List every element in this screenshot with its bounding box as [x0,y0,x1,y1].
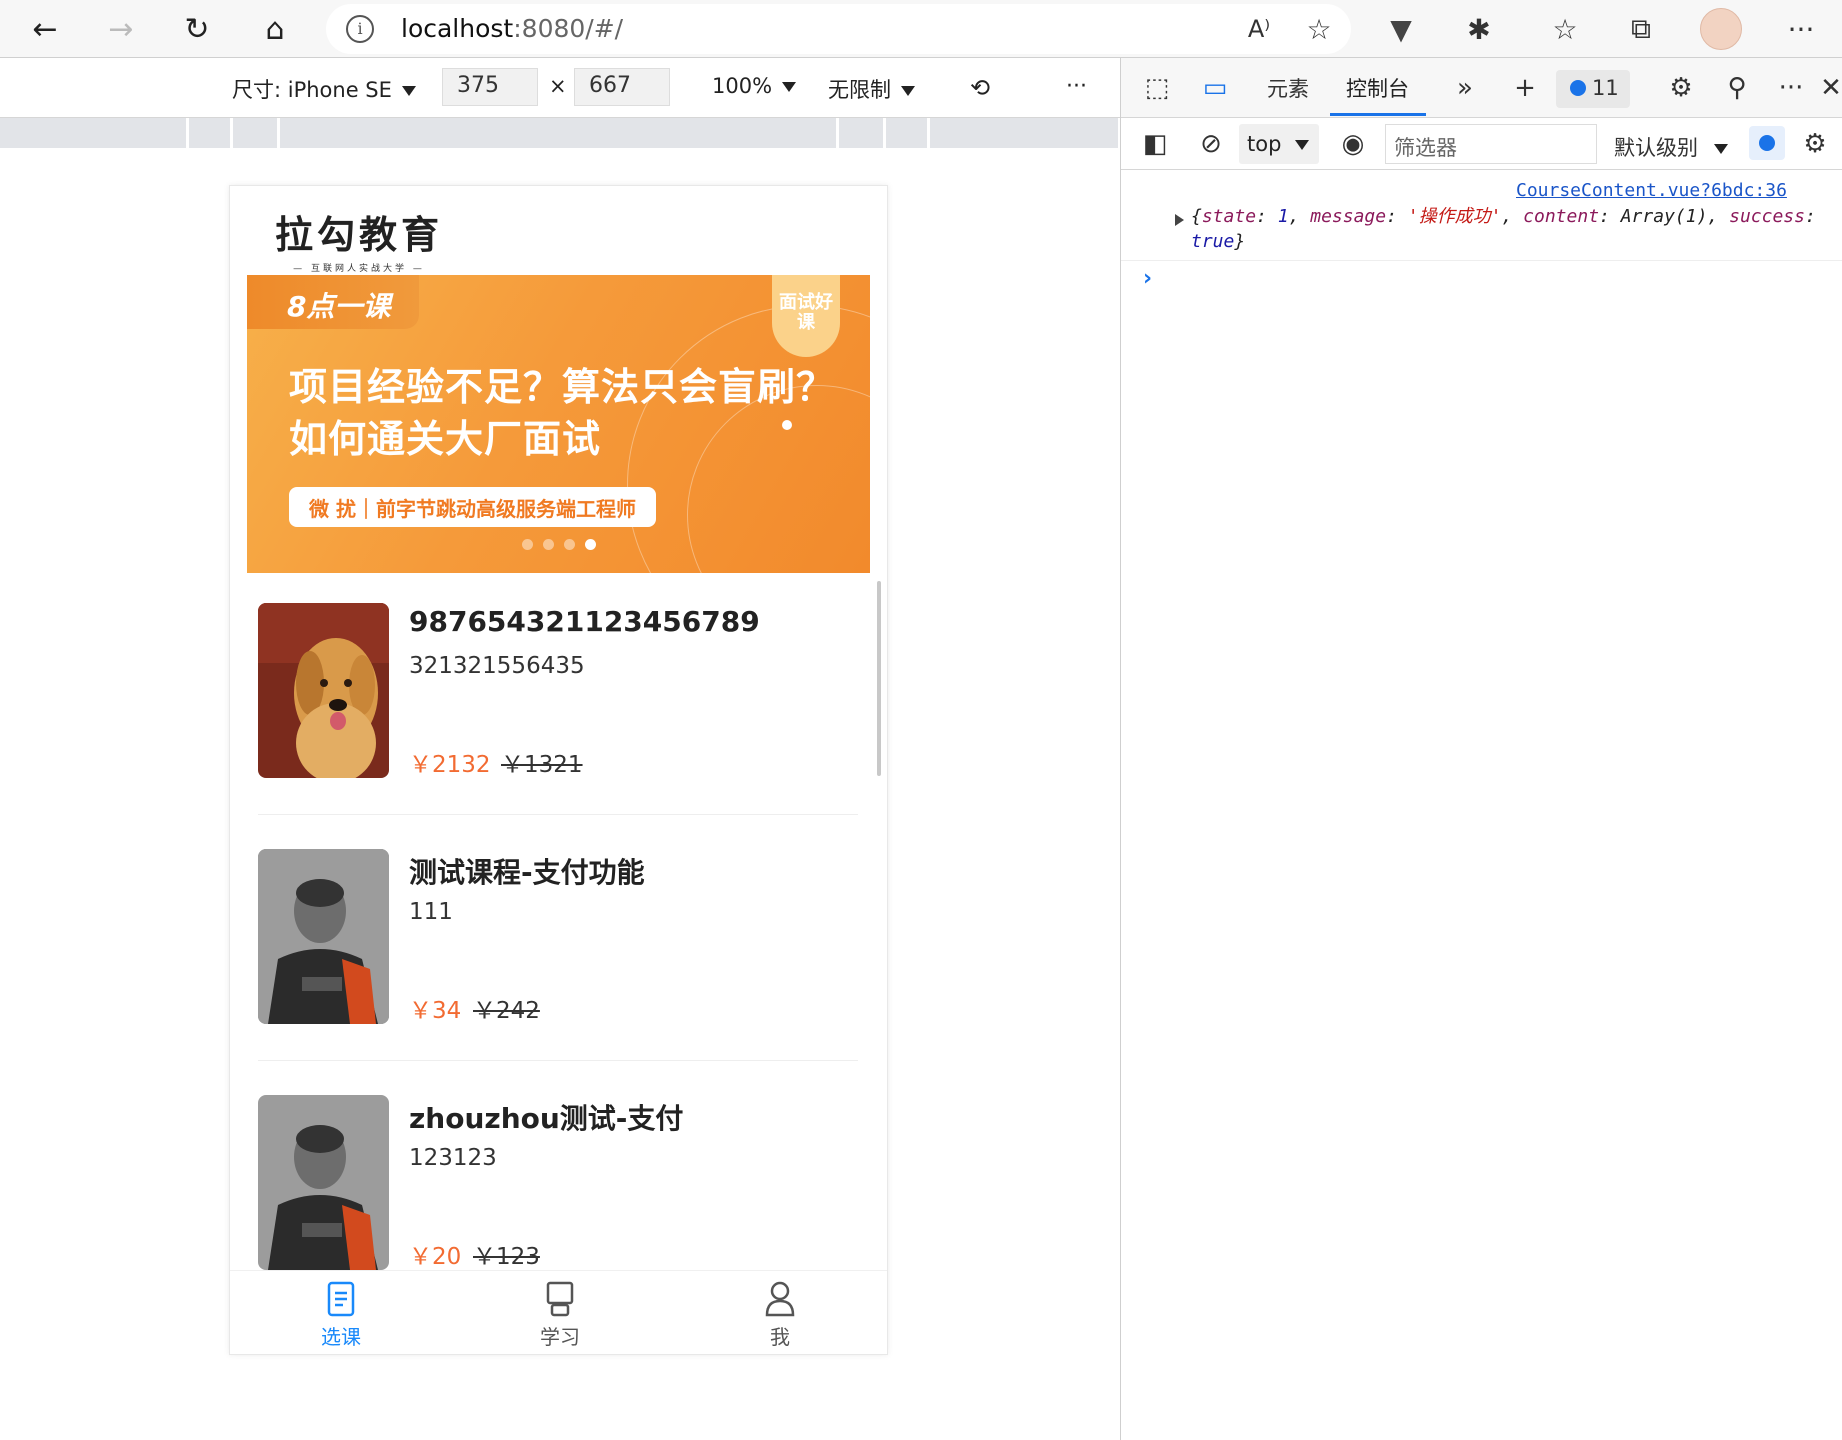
monitor-icon [546,1281,574,1317]
course-original-price: ￥1321 [501,752,583,778]
course-price: ￥34 [409,998,462,1024]
course-title: 987654321123456789 [409,605,760,638]
course-list: 987654321123456789 321321556435 ￥2132 ￥1… [230,581,887,1271]
extensions-icon[interactable]: ✱ [1456,6,1502,52]
browser-toolbar: ← → ↻ ⌂ i localhost:8080/#/ A⁾ ☆ ▼ ✱ ☆ ⧉… [0,0,1842,58]
dimension-separator: × [549,74,567,98]
favorites-icon[interactable]: ☆ [1542,6,1588,52]
log-level-select[interactable]: 默认级别 [1614,132,1728,162]
more-options-icon[interactable]: ··· [1066,74,1087,99]
carousel-indicators [522,539,596,550]
document-icon [327,1281,355,1317]
banner-subtitle: 微 扰｜前字节跳动高级服务端工程师 [289,487,656,527]
customize-icon[interactable]: ⚲ [1717,68,1757,108]
more-tabs-icon[interactable]: » [1445,68,1485,108]
vue-devtools-icon[interactable]: ▼ [1378,6,1424,52]
zoom-select[interactable]: 100% [712,74,797,98]
list-item[interactable]: 测试课程-支付功能 111 ￥34 ￥242 [258,849,858,1094]
rotate-icon[interactable]: ⟲ [970,74,990,102]
log-entry[interactable]: {state: 1, message: '操作成功', content: Arr… [1191,204,1831,254]
forward-icon[interactable]: → [98,6,144,52]
read-aloud-icon[interactable]: A⁾ [1236,6,1282,52]
issues-badge[interactable]: 11 [1556,70,1630,108]
course-thumbnail [258,1095,389,1270]
throttle-select[interactable]: 无限制 [828,74,915,104]
address-bar[interactable]: i localhost:8080/#/ A⁾ ☆ [326,4,1351,54]
log-source-link[interactable]: CourseContent.vue?6bdc:36 [1516,180,1787,201]
tab-console[interactable]: 控制台 [1346,73,1409,103]
site-info-icon[interactable]: i [346,15,374,43]
media-query-ruler [0,118,1118,148]
device-viewport: 拉勾教育 — 互联网人实战大学 — 8点一课 面试好课 项目经验不足？算法只会盲… [229,185,888,1355]
course-thumbnail [258,849,389,1024]
bottom-tabbar: 选课 学习 我 [230,1270,887,1354]
course-description: 111 [409,899,453,925]
add-tab-icon[interactable]: + [1505,68,1545,108]
message-icon[interactable] [1749,126,1785,160]
reload-icon[interactable]: ↻ [174,6,220,52]
console-toolbar: ◧ ⊘ top ◉ 筛选器 默认级别 ⚙ [1121,118,1842,170]
carousel-dot-active[interactable] [585,539,596,550]
course-description: 123123 [409,1145,497,1171]
height-input[interactable]: 667 [574,68,670,106]
width-input[interactable]: 375 [442,68,538,106]
tab-label: 学习 [540,1325,580,1349]
tab-me[interactable]: 我 [720,1281,840,1350]
more-icon[interactable]: ··· [1771,68,1811,108]
course-title: zhouzhou测试-支付 [409,1102,684,1135]
carousel-dot[interactable] [543,539,554,550]
message-icon [1570,80,1586,96]
back-icon[interactable]: ← [22,6,68,52]
course-title: 测试课程-支付功能 [409,856,645,889]
tab-elements[interactable]: 元素 [1267,73,1309,103]
collections-icon[interactable]: ⧉ [1618,6,1664,52]
devtools-tabbar: ⬚ ▭ 元素 控制台 » + 11 ⚙ ⚲ ··· ✕ [1121,58,1842,118]
avatar[interactable] [1700,8,1742,50]
course-price: ￥2132 [409,752,491,778]
banner-headline: 项目经验不足？算法只会盲刷？ 如何通关大厂面试 [289,365,836,461]
expand-arrow-icon[interactable] [1175,214,1184,226]
context-select[interactable]: top [1239,124,1319,164]
inspect-icon[interactable]: ⬚ [1137,68,1177,108]
carousel-dot[interactable] [564,539,575,550]
eye-icon[interactable]: ◉ [1333,124,1373,164]
banner-carousel[interactable]: 8点一课 面试好课 项目经验不足？算法只会盲刷？ 如何通关大厂面试 微 扰｜前字… [247,275,870,573]
scrollbar[interactable] [877,581,881,776]
tab-label: 选课 [321,1325,361,1349]
banner-tag: 8点一课 [247,275,419,329]
list-item[interactable]: 987654321123456789 321321556435 ￥2132 ￥1… [258,603,858,848]
tab-label: 我 [770,1325,790,1349]
logo: 拉勾教育 — 互联网人实战大学 — [275,213,444,274]
course-description: 321321556435 [409,653,585,679]
course-price: ￥20 [409,1244,462,1270]
devtools-panel: ⬚ ▭ 元素 控制台 » + 11 ⚙ ⚲ ··· ✕ ◧ ⊘ top ◉ 筛选… [1120,58,1842,1440]
settings-icon[interactable]: ⚙ [1661,68,1701,108]
banner-ribbon: 面试好课 [772,275,840,357]
tab-study[interactable]: 学习 [500,1281,620,1350]
close-icon[interactable]: ✕ [1811,68,1842,108]
console-prompt[interactable]: › [1143,266,1152,291]
course-original-price: ￥242 [473,998,540,1024]
device-toolbar: 尺寸: iPhone SE 375 × 667 100% 无限制 ⟲ ··· [0,58,1120,118]
sidebar-toggle-icon[interactable]: ◧ [1135,124,1175,164]
tab-select-course[interactable]: 选课 [281,1281,401,1350]
carousel-dot[interactable] [522,539,533,550]
console-settings-icon[interactable]: ⚙ [1795,124,1835,164]
clear-console-icon[interactable]: ⊘ [1191,124,1231,164]
list-item[interactable]: zhouzhou测试-支付 123123 ￥20 ￥123 [258,1095,858,1271]
url-text: localhost:8080/#/ [401,14,624,43]
home-icon[interactable]: ⌂ [252,6,298,52]
more-icon[interactable]: ··· [1778,6,1824,52]
user-icon [765,1281,795,1317]
device-select[interactable]: 尺寸: iPhone SE [232,74,416,104]
add-favorite-icon[interactable]: ☆ [1296,6,1342,52]
filter-input[interactable]: 筛选器 [1385,124,1597,164]
device-toggle-icon[interactable]: ▭ [1195,68,1235,108]
course-thumbnail [258,603,389,778]
course-original-price: ￥123 [473,1244,540,1270]
